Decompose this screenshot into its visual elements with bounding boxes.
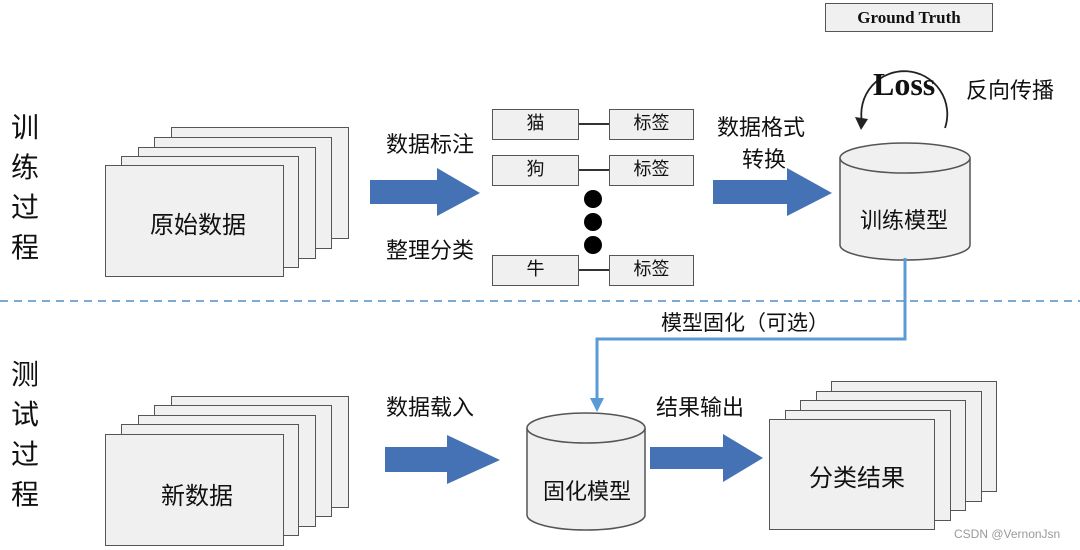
item-box-dog: 狗 [492,155,579,186]
item-box-cat: 猫 [492,109,579,140]
annotate-arrow [370,168,480,216]
format-convert-arrow [713,168,832,216]
ground-truth-box: Ground Truth [825,3,993,32]
tag-box: 标签 [609,255,694,286]
ellipsis-dot [584,213,602,231]
ellipsis-dot [584,236,602,254]
training-model-cylinder [839,142,971,261]
freeze-label: 模型固化（可选） [661,311,829,335]
pair-connector [579,123,609,125]
pair-connector [579,169,609,171]
tag-box: 标签 [609,109,694,140]
backprop-label: 反向传播 [966,79,1055,104]
output-label: 结果输出 [656,396,745,421]
annotate-label: 数据标注 [386,133,475,158]
watermark: CSDN @VernonJsn [954,527,1061,541]
sort-label: 整理分类 [386,239,475,264]
format-label-line2: 转换 [742,148,787,173]
frozen-model-label: 固化模型 [543,480,632,505]
output-arrow [650,434,763,482]
load-label: 数据载入 [386,396,475,421]
frozen-model-cylinder [526,412,646,531]
loss-label: Loss [873,66,936,102]
ellipsis-dot [584,190,602,208]
item-box-cow: 牛 [492,255,579,286]
tag-box: 标签 [609,155,694,186]
format-label-line1: 数据格式 [717,116,806,141]
result-label: 分类结果 [809,464,905,492]
load-arrow [385,435,500,484]
pair-connector [579,269,609,271]
training-model-label: 训练模型 [860,209,949,234]
raw-data-label: 原始数据 [150,211,246,239]
new-data-label: 新数据 [161,482,233,510]
loss-arrowhead [855,117,868,130]
freeze-arrowhead [590,398,604,412]
